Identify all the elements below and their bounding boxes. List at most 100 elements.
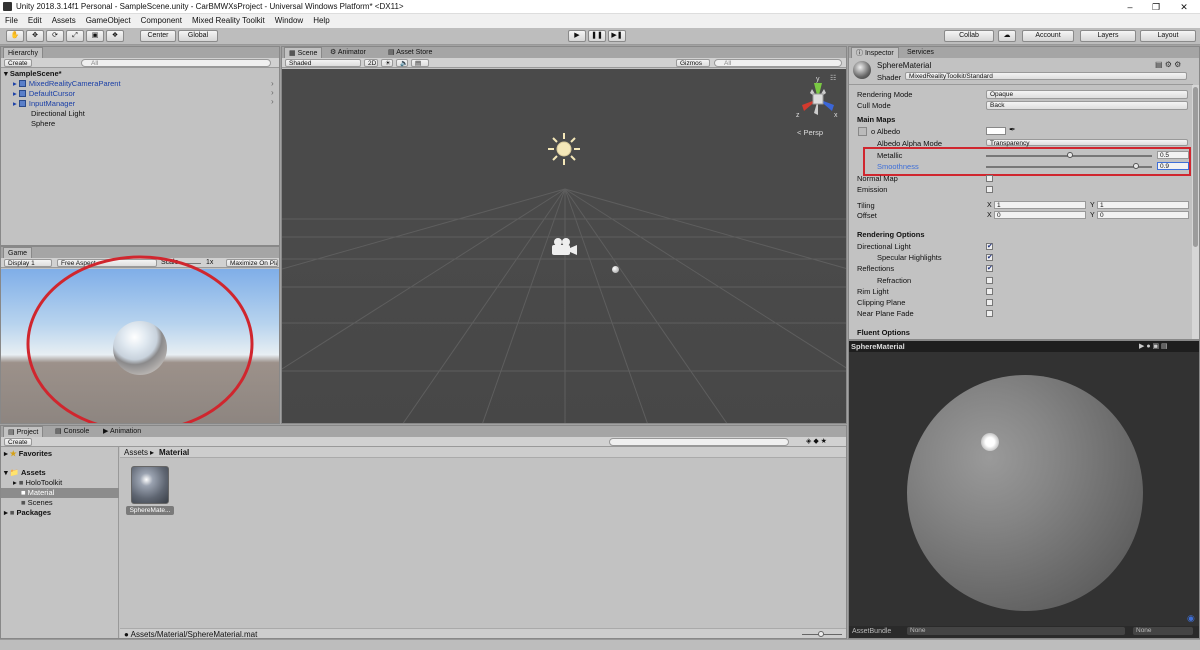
menu-file[interactable]: File xyxy=(0,14,23,25)
play-button[interactable]: ▶ xyxy=(568,30,586,42)
menu-gameobject[interactable]: GameObject xyxy=(81,14,136,25)
folder-holotoolkit[interactable]: ▸ ■ HoloToolkit xyxy=(13,478,62,488)
scrollbar-thumb[interactable] xyxy=(1193,87,1198,247)
project-create-dropdown[interactable]: Create xyxy=(4,438,32,446)
shader-dropdown[interactable]: MixedRealityToolkit/Standard xyxy=(905,72,1187,80)
tab-project[interactable]: ▤ Project xyxy=(3,426,44,437)
hierarchy-item[interactable]: ▸ MixedRealityCameraParent xyxy=(13,79,121,89)
scale-tool-icon[interactable]: ⤢ xyxy=(66,30,84,42)
hierarchy-item[interactable]: ▸ InputManager xyxy=(13,99,75,109)
option-checkbox[interactable] xyxy=(986,287,993,295)
lighting-icon[interactable]: ☀ xyxy=(381,59,393,67)
tab-inspector[interactable]: ⓘ Inspector xyxy=(851,47,899,58)
breadcrumb-assets[interactable]: Assets xyxy=(124,448,148,457)
perspective-label[interactable]: < Persp xyxy=(797,128,823,137)
2d-toggle[interactable]: 2D xyxy=(364,59,378,67)
tab-services[interactable]: Services xyxy=(903,47,938,58)
offset-y-field[interactable]: 0 xyxy=(1097,211,1189,219)
preview-sphere[interactable] xyxy=(907,375,1143,611)
pivot-center-button[interactable]: Center xyxy=(140,30,176,42)
preview-controls[interactable]: ▶ ● ▣ ▤ xyxy=(1139,342,1168,350)
hierarchy-search-input[interactable]: All xyxy=(81,59,271,67)
pause-button[interactable]: ❚❚ xyxy=(588,30,606,42)
pivot-global-button[interactable]: Global xyxy=(178,30,218,42)
tiling-y-field[interactable]: 1 xyxy=(1097,201,1189,209)
offset-x-field[interactable]: 0 xyxy=(994,211,1086,219)
eyedropper-icon[interactable]: ✒ xyxy=(1009,125,1016,134)
tab-console[interactable]: ▤ Console xyxy=(51,426,93,437)
option-checkbox[interactable] xyxy=(986,310,993,318)
effects-icon[interactable]: ▤ xyxy=(411,59,429,67)
shading-dropdown[interactable]: Shaded xyxy=(285,59,361,67)
zoom-slider-knob[interactable] xyxy=(818,631,824,637)
albedo-alpha-dropdown[interactable]: Transparency xyxy=(986,139,1188,147)
option-checkbox[interactable]: ✔ xyxy=(986,254,993,262)
emission-checkbox[interactable] xyxy=(986,186,993,193)
assets-item[interactable]: ▾ 📁 Assets xyxy=(4,468,46,478)
lock-icon[interactable]: ☷ xyxy=(830,74,836,82)
camera-icon[interactable] xyxy=(550,236,578,258)
step-button[interactable]: ▶❚ xyxy=(608,30,626,42)
hierarchy-item[interactable]: ▸ DefaultCursor xyxy=(13,89,75,99)
normal-map-checkbox[interactable] xyxy=(986,175,993,182)
hierarchy-create-dropdown[interactable]: Create xyxy=(4,59,32,67)
gizmos-dropdown[interactable]: Gizmos xyxy=(676,59,710,67)
sphere-object[interactable] xyxy=(612,266,619,273)
menu-help[interactable]: Help xyxy=(308,14,334,25)
layout-dropdown[interactable]: Layout xyxy=(1140,30,1196,42)
rotate-tool-icon[interactable]: ⟳ xyxy=(46,30,64,42)
directional-light-icon[interactable] xyxy=(546,131,582,167)
tab-scene[interactable]: ▦ Scene xyxy=(284,47,323,58)
account-dropdown[interactable]: Account xyxy=(1022,30,1074,42)
menu-window[interactable]: Window xyxy=(270,14,308,25)
orientation-gizmo[interactable]: y x z xyxy=(792,75,842,123)
folder-material[interactable]: ■ Material xyxy=(1,488,119,498)
option-checkbox[interactable] xyxy=(986,299,993,306)
tab-animator[interactable]: ⚙ Animator xyxy=(326,47,370,58)
option-checkbox[interactable]: ✔ xyxy=(986,265,993,273)
tab-animation[interactable]: ▶ Animation xyxy=(99,426,145,437)
albedo-texture-slot[interactable] xyxy=(858,127,867,136)
asset-bundle-variant-dropdown[interactable]: None xyxy=(1133,627,1193,635)
collab-button[interactable]: Collab xyxy=(944,30,994,42)
menu-assets[interactable]: Assets xyxy=(47,14,81,25)
layers-dropdown[interactable]: Layers xyxy=(1080,30,1136,42)
inspector-scrollbar[interactable] xyxy=(1192,85,1199,339)
close-icon[interactable]: ✕ xyxy=(1174,1,1194,13)
option-checkbox[interactable] xyxy=(986,276,993,284)
transform-tool-icon[interactable]: ❖ xyxy=(106,30,124,42)
maximize-icon[interactable]: ❐ xyxy=(1146,1,1166,13)
favorites-item[interactable]: ▸ ★ Favorites xyxy=(4,449,52,459)
menu-edit[interactable]: Edit xyxy=(23,14,47,25)
option-checkbox[interactable]: ✔ xyxy=(986,243,993,250)
move-tool-icon[interactable]: ✥ xyxy=(26,30,44,42)
minimize-icon[interactable]: – xyxy=(1120,1,1140,13)
hand-tool-icon[interactable]: ✋ xyxy=(6,30,24,42)
breadcrumb: Assets ▸ Material xyxy=(120,447,846,458)
menu-component[interactable]: Component xyxy=(136,14,187,25)
filter-icons[interactable]: ◈ ◆ ★ xyxy=(806,437,827,445)
cull-mode-dropdown[interactable]: Back xyxy=(986,101,1188,110)
asset-label[interactable]: SphereMate... xyxy=(126,506,174,515)
rect-tool-icon[interactable]: ▣ xyxy=(86,30,104,42)
folder-scenes[interactable]: ■ Scenes xyxy=(21,498,53,508)
project-search-input[interactable] xyxy=(609,438,789,446)
inspector-header-icons[interactable]: ▤ ⚙ ⚙ xyxy=(1155,60,1181,69)
tab-asset-store[interactable]: ▤ Asset Store xyxy=(384,47,436,58)
tab-hierarchy[interactable]: Hierarchy xyxy=(3,47,43,58)
asset-bundle-dropdown[interactable]: None xyxy=(907,627,1125,635)
hierarchy-item[interactable]: Sphere xyxy=(31,119,55,129)
cloud-icon[interactable]: ☁ xyxy=(998,30,1016,42)
menu-mixed-reality-toolkit[interactable]: Mixed Reality Toolkit xyxy=(187,14,270,25)
hierarchy-scene-root[interactable]: ▾ SampleScene* xyxy=(4,69,62,79)
tiling-x-field[interactable]: 1 xyxy=(994,201,1086,209)
packages-item[interactable]: ▸ ■ Packages xyxy=(4,508,51,518)
rendering-mode-dropdown[interactable]: Opaque xyxy=(986,90,1188,99)
scene-panel: ▦ Scene ⚙ Animator ▤ Asset Store Shaded … xyxy=(281,46,847,424)
hierarchy-item[interactable]: Directional Light xyxy=(31,109,85,119)
asset-thumbnail-spherematerial[interactable] xyxy=(131,466,169,504)
albedo-color-swatch[interactable] xyxy=(986,127,1006,135)
scene-search-input[interactable]: All xyxy=(714,59,842,67)
breadcrumb-material[interactable]: Material xyxy=(159,448,189,457)
audio-icon[interactable]: 🔈 xyxy=(396,59,408,67)
